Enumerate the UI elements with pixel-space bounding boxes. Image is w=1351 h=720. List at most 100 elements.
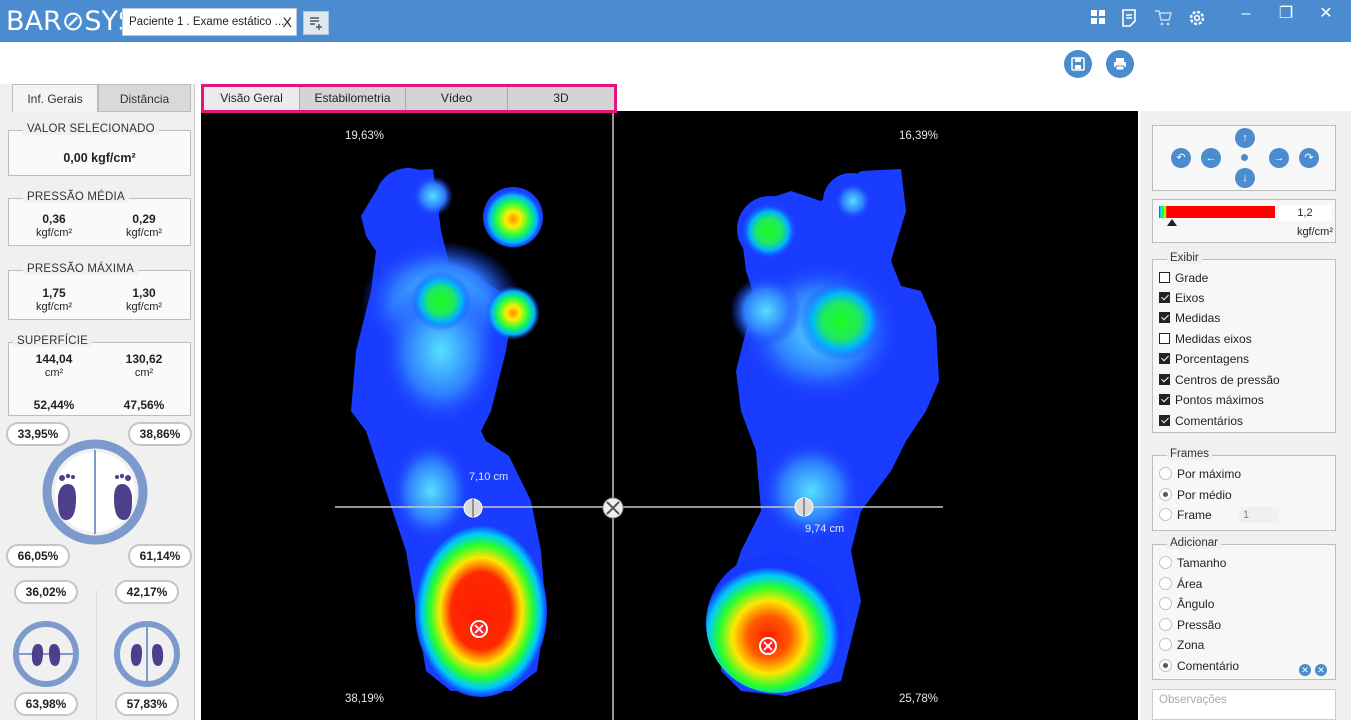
adicionar-group: Adicionar Tamanho Área Ângulo Pressão Zo… bbox=[1152, 537, 1336, 680]
pressao-maxima-title: PRESSÃO MÁXIMA bbox=[23, 263, 138, 275]
tamanho-radio[interactable]: Tamanho bbox=[1159, 555, 1226, 571]
title-bar: BAR⊘SYS Paciente 1 . Exame estático ... … bbox=[0, 0, 1351, 42]
cart-icon[interactable] bbox=[1152, 9, 1174, 31]
dist-top-left: 33,95% bbox=[6, 422, 70, 446]
frames-group: Frames Por máximo Por médio Frame 1 bbox=[1152, 448, 1336, 531]
arrow-left-icon[interactable]: ← bbox=[1201, 148, 1221, 168]
adicionar-title: Adicionar bbox=[1167, 537, 1221, 549]
superficie-left: 144,04 cm² bbox=[35, 352, 73, 380]
settings-icon[interactable] bbox=[1186, 9, 1208, 31]
superficie-group: SUPERFÍCIE 144,04 cm² 130,62 cm² 52,44% 47… bbox=[8, 335, 191, 416]
selected-value-title: VALOR SELECIONADO bbox=[23, 123, 159, 135]
view-tabs: Visão Geral Estabilometria Vídeo 3D bbox=[201, 84, 617, 113]
scale-bar[interactable] bbox=[1167, 206, 1275, 218]
comentarios-checkbox[interactable]: Comentários bbox=[1159, 413, 1243, 429]
restore-button[interactable]: ❐ bbox=[1267, 0, 1305, 30]
selected-value-group: VALOR SELECIONADO 0,00 kgf/cm² bbox=[8, 123, 191, 176]
frames-title: Frames bbox=[1167, 448, 1212, 460]
exibir-title: Exibir bbox=[1167, 252, 1202, 264]
close-window-button[interactable]: ✕ bbox=[1307, 0, 1345, 30]
right-foot-bottom: 57,83% bbox=[115, 692, 179, 716]
tab-distancia[interactable]: Distância bbox=[98, 84, 191, 112]
close-tab-icon[interactable]: X bbox=[283, 9, 292, 35]
por-maximo-radio[interactable]: Por máximo bbox=[1159, 466, 1241, 482]
arrow-up-icon[interactable]: ↑ bbox=[1235, 128, 1255, 148]
comentario-radio[interactable]: Comentário bbox=[1159, 658, 1239, 674]
pontos-maximos-checkbox[interactable]: Pontos máximos bbox=[1159, 392, 1264, 408]
dist-top-right: 38,86% bbox=[128, 422, 192, 446]
print-icon bbox=[1114, 58, 1126, 71]
rotate-left-icon[interactable]: ↶ bbox=[1171, 148, 1191, 168]
new-tab-icon bbox=[310, 17, 322, 30]
pressao-maxima-right: 1,30 kgf/cm² bbox=[125, 286, 163, 314]
percent-top-left: 19,63% bbox=[345, 130, 385, 142]
document-tab-label: Paciente 1 . Exame estático ... bbox=[129, 16, 285, 28]
pressao-media-title: PRESSÃO MÉDIA bbox=[23, 191, 129, 203]
left-foot-bottom: 63,98% bbox=[14, 692, 78, 716]
scale-value[interactable]: 1,2 bbox=[1279, 205, 1331, 221]
right-panel: ↑ ↓ ↶ ← → ↷ 1,2 kgf/cm² Exibir Grade Eix… bbox=[1140, 111, 1351, 720]
eixos-checkbox[interactable]: Eixos bbox=[1159, 290, 1204, 306]
pressao-maxima-group: PRESSÃO MÁXIMA 1,75 kgf/cm² 1,30 kgf/cm² bbox=[8, 263, 191, 320]
pressao-media-right: 0,29 kgf/cm² bbox=[125, 212, 163, 240]
tab-video[interactable]: Vídeo bbox=[406, 87, 508, 110]
porcentagens-checkbox[interactable]: Porcentagens bbox=[1159, 351, 1249, 367]
scale-unit: kgf/cm² bbox=[1296, 226, 1333, 238]
save-icon bbox=[1071, 57, 1085, 71]
frame-radio[interactable]: Frame bbox=[1159, 507, 1212, 523]
measure-left-label: 7,10 cm bbox=[469, 471, 509, 483]
minimize-button[interactable]: – bbox=[1227, 0, 1265, 30]
superficie-title: SUPERFÍCIE bbox=[13, 335, 93, 347]
left-panel: Inf. Gerais Distância VALOR SELECIONADO … bbox=[0, 84, 195, 720]
percent-top-right: 16,39% bbox=[899, 130, 939, 142]
superficie-right-pct: 47,56% bbox=[123, 398, 165, 412]
tab-inf-gerais[interactable]: Inf. Gerais bbox=[12, 84, 98, 112]
medidas-checkbox[interactable]: Medidas bbox=[1159, 310, 1220, 326]
footprint-heatmap bbox=[335, 111, 943, 720]
percent-bottom-right: 25,78% bbox=[899, 693, 939, 705]
arrow-down-icon[interactable]: ↓ bbox=[1235, 168, 1255, 188]
pressao-maxima-left: 1,75 kgf/cm² bbox=[35, 286, 73, 314]
arrow-right-icon[interactable]: → bbox=[1269, 148, 1289, 168]
pressure-canvas[interactable]: 19,63% 16,39% 38,19% 25,78% 7,10 cm 9,74… bbox=[201, 111, 1138, 720]
tab-visao-geral[interactable]: Visão Geral bbox=[204, 87, 300, 110]
centros-pressao-checkbox[interactable]: Centros de pressão bbox=[1159, 372, 1280, 388]
app-logo: BAR⊘SYS bbox=[6, 6, 136, 37]
center-dot-icon[interactable] bbox=[1241, 154, 1248, 161]
dist-bottom-left: 66,05% bbox=[6, 544, 70, 568]
medidas-eixos-checkbox[interactable]: Medidas eixos bbox=[1159, 331, 1252, 347]
left-foot-top: 36,02% bbox=[14, 580, 78, 604]
new-tab-button[interactable] bbox=[303, 11, 329, 35]
navigation-pad: ↑ ↓ ↶ ← → ↷ bbox=[1152, 125, 1336, 191]
rotate-right-icon[interactable]: ↷ bbox=[1299, 148, 1319, 168]
percent-bottom-left: 38,19% bbox=[345, 693, 385, 705]
dist-bottom-right: 61,14% bbox=[128, 544, 192, 568]
selected-value: 0,00 kgf/cm² bbox=[63, 151, 136, 165]
pressao-radio[interactable]: Pressão bbox=[1159, 617, 1221, 633]
tab-3d[interactable]: 3D bbox=[508, 87, 614, 110]
frame-number-input[interactable]: 1 bbox=[1239, 507, 1279, 523]
exibir-group: Exibir Grade Eixos Medidas Medidas eixos… bbox=[1152, 252, 1336, 433]
pressao-media-left: 0,36 kgf/cm² bbox=[35, 212, 73, 240]
print-button[interactable] bbox=[1106, 50, 1134, 78]
scale-slider-handle[interactable] bbox=[1167, 219, 1177, 226]
grade-checkbox[interactable]: Grade bbox=[1159, 270, 1208, 286]
right-foot-top: 42,17% bbox=[115, 580, 179, 604]
document-tab[interactable]: Paciente 1 . Exame estático ... X bbox=[122, 8, 297, 36]
scale-gradient bbox=[1159, 206, 1167, 218]
pressao-media-group: PRESSÃO MÉDIA 0,36 kgf/cm² 0,29 kgf/cm² bbox=[8, 191, 191, 246]
clear-all-icon[interactable]: ✕ bbox=[1315, 664, 1327, 676]
observacoes-input[interactable]: Observações bbox=[1152, 689, 1336, 720]
measure-right-label: 9,74 cm bbox=[805, 523, 845, 535]
superficie-right: 130,62 cm² bbox=[125, 352, 163, 380]
area-radio[interactable]: Área bbox=[1159, 576, 1202, 592]
zona-radio[interactable]: Zona bbox=[1159, 637, 1204, 653]
report-icon[interactable] bbox=[1118, 9, 1140, 31]
clear-icon[interactable]: ✕ bbox=[1299, 664, 1311, 676]
pressure-scale: 1,2 kgf/cm² bbox=[1152, 199, 1336, 243]
angulo-radio[interactable]: Ângulo bbox=[1159, 596, 1214, 612]
grid-view-icon[interactable] bbox=[1087, 9, 1109, 31]
por-medio-radio[interactable]: Por médio bbox=[1159, 487, 1232, 503]
save-button[interactable] bbox=[1064, 50, 1092, 78]
tab-estabilometria[interactable]: Estabilometria bbox=[300, 87, 406, 110]
